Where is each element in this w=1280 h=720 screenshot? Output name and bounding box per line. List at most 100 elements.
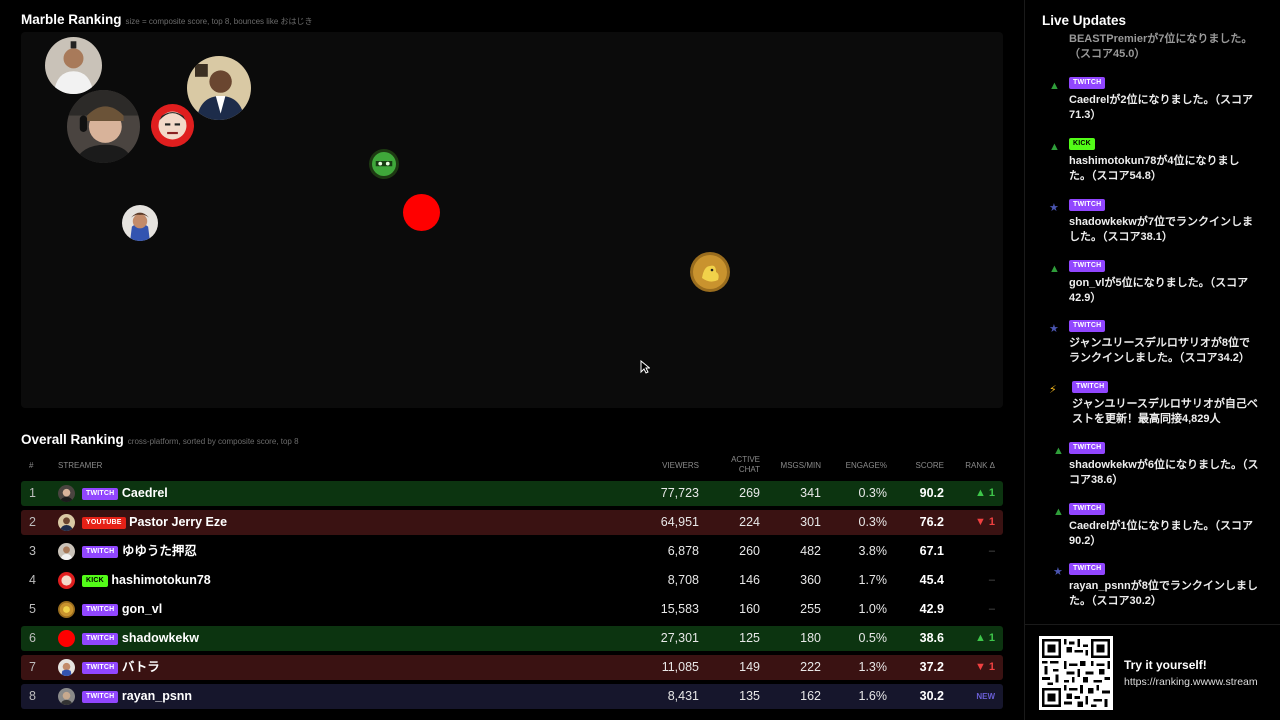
row-msgs: 255 xyxy=(800,602,821,616)
avatar xyxy=(58,659,75,676)
lightning-icon: ⚡ xyxy=(1049,384,1057,396)
table-row[interactable]: 8 TWITCH rayan_psnn 8,431 135 162 1.6% 3… xyxy=(21,684,1003,709)
table-row[interactable]: 4 KICK hashimotokun78 8,708 146 360 1.7%… xyxy=(21,568,1003,593)
marble-avatar-pastor-jerry-eze[interactable] xyxy=(187,56,251,120)
platform-badge: TWITCH ゆゆうた押忍 xyxy=(82,539,197,564)
row-rank-delta: – xyxy=(988,545,995,557)
row-rank: 8 xyxy=(29,689,36,703)
row-rank: 5 xyxy=(29,602,36,616)
update-text: Caedrelが1位になりました。（スコア90.2） xyxy=(1069,520,1253,547)
streamer-name: ゆゆうた押忍 xyxy=(121,544,197,558)
row-score: 37.2 xyxy=(919,660,944,674)
main-panel: Marble Ranking size = composite score, t… xyxy=(0,0,1024,720)
platform-badge: TWITCH xyxy=(1069,77,1106,89)
marble-arena[interactable] xyxy=(21,32,1003,408)
row-score: 30.2 xyxy=(919,689,944,703)
update-text: BEASTPremierが7位になりました。（スコア45.0） xyxy=(1069,33,1253,60)
rank-up-icon: ▲ xyxy=(1049,263,1060,275)
streamer-name: Caedrel xyxy=(121,486,168,500)
live-feed[interactable]: BEASTPremierが7位になりました。（スコア45.0） ▲ TWITCH… xyxy=(1025,30,1280,622)
update-text: ジャンユリースデルロサリオが自己ベストを更新！最高同接4,829人 xyxy=(1072,398,1258,425)
marble-avatar-caedrel[interactable] xyxy=(67,90,140,163)
row-score: 90.2 xyxy=(919,486,944,500)
platform-badge: TWITCH Caedrel xyxy=(82,481,168,506)
col-streamer: STREAMER xyxy=(58,461,103,470)
avatar xyxy=(58,485,75,502)
streamer-name: shadowkekw xyxy=(121,631,200,645)
marble-avatar-hashimotokun78[interactable] xyxy=(151,104,194,147)
platform-badge: TWITCH xyxy=(1069,442,1106,454)
row-rank: 4 xyxy=(29,573,36,587)
try-it-link[interactable]: https://ranking.wwww.stream xyxy=(1124,676,1258,688)
row-engage: 0.3% xyxy=(858,515,888,529)
row-active-chat: 146 xyxy=(739,573,760,587)
platform-badge: TWITCH shadowkekw xyxy=(82,626,199,651)
mouse-cursor-icon xyxy=(640,360,650,374)
row-engage: 3.8% xyxy=(858,544,888,558)
row-score: 76.2 xyxy=(919,515,944,529)
row-rank: 6 xyxy=(29,631,36,645)
marble-avatar-gon-vl[interactable] xyxy=(690,252,730,292)
platform-badge: TWITCH xyxy=(1069,199,1106,211)
rank-up-icon: ▲ xyxy=(1049,80,1060,92)
avatar xyxy=(58,543,75,560)
col-engage: ENGAGE% xyxy=(845,461,887,470)
row-msgs: 180 xyxy=(800,631,821,645)
avatar xyxy=(58,514,75,531)
row-score: 45.4 xyxy=(919,573,944,587)
row-rank-delta: ▲ 1 xyxy=(974,632,995,644)
row-viewers: 6,878 xyxy=(667,544,699,558)
row-msgs: 162 xyxy=(800,689,821,703)
row-rank: 1 xyxy=(29,486,36,500)
row-viewers: 27,301 xyxy=(660,631,699,645)
row-score: 42.9 xyxy=(919,602,944,616)
row-msgs: 222 xyxy=(800,660,821,674)
table-row[interactable]: 7 TWITCH バトラ 11,085 149 222 1.3% 37.2 ▼ … xyxy=(21,655,1003,680)
marble-header: Marble Ranking size = composite score, t… xyxy=(21,12,313,27)
marble-avatar-batora[interactable] xyxy=(122,205,158,241)
platform-badge: KICK hashimotokun78 xyxy=(82,568,211,593)
marble-avatar-yuyuta[interactable] xyxy=(45,37,102,94)
marble-avatar-shadowkekw[interactable] xyxy=(403,194,440,231)
overall-header: Overall Ranking cross-platform, sorted b… xyxy=(21,432,299,447)
platform-badge: TWITCH バトラ xyxy=(82,655,160,680)
table-row[interactable]: 2 YOUTUBE Pastor Jerry Eze 64,951 224 30… xyxy=(21,510,1003,535)
table-header: # STREAMER VIEWERS ACTIVE CHAT MSGS/MIN … xyxy=(21,453,1003,477)
streamer-name: hashimotokun78 xyxy=(111,573,211,587)
platform-badge: TWITCH xyxy=(1072,381,1109,393)
row-rank-delta: NEW xyxy=(976,692,995,701)
row-viewers: 8,431 xyxy=(667,689,699,703)
streamer-name: バトラ xyxy=(121,660,160,674)
row-viewers: 15,583 xyxy=(660,602,699,616)
qr-code-icon[interactable] xyxy=(1039,636,1113,710)
row-engage: 0.3% xyxy=(858,486,888,500)
row-active-chat: 224 xyxy=(739,515,760,529)
row-viewers: 77,723 xyxy=(660,486,699,500)
update-text: hashimotokun78が4位になりました。（スコア54.8） xyxy=(1069,155,1240,182)
table-row[interactable]: 6 TWITCH shadowkekw 27,301 125 180 0.5% … xyxy=(21,626,1003,651)
row-rank: 2 xyxy=(29,515,36,529)
row-engage: 0.5% xyxy=(858,631,888,645)
table-row[interactable]: 1 TWITCH Caedrel 77,723 269 341 0.3% 90.… xyxy=(21,481,1003,506)
marble-avatar-rayan-psnn[interactable] xyxy=(369,149,399,179)
col-rank: # xyxy=(29,461,34,470)
live-updates-title: Live Updates xyxy=(1042,13,1127,28)
platform-badge: TWITCH xyxy=(1069,503,1106,515)
star-icon: ★ xyxy=(1049,323,1059,335)
table-row[interactable]: 5 TWITCH gon_vl 15,583 160 255 1.0% 42.9… xyxy=(21,597,1003,622)
row-active-chat: 160 xyxy=(739,602,760,616)
col-viewers: VIEWERS xyxy=(662,461,699,470)
row-engage: 1.7% xyxy=(858,573,888,587)
row-msgs: 341 xyxy=(800,486,821,500)
platform-badge: KICK xyxy=(1069,138,1095,150)
table-row[interactable]: 3 TWITCH ゆゆうた押忍 6,878 260 482 3.8% 67.1 … xyxy=(21,539,1003,564)
row-score: 67.1 xyxy=(919,544,944,558)
rank-up-icon: ▲ xyxy=(1053,445,1064,457)
marble-subtitle: size = composite score, top 8, bounces l… xyxy=(125,17,313,26)
footer-cta: Try it yourself! https://ranking.wwww.st… xyxy=(1025,624,1280,720)
row-rank-delta: – xyxy=(988,574,995,586)
live-updates-panel: Live Updates BEASTPremierが7位になりました。（スコア4… xyxy=(1024,0,1280,720)
row-active-chat: 135 xyxy=(739,689,760,703)
platform-badge: TWITCH xyxy=(1069,260,1106,272)
avatar xyxy=(58,601,75,618)
